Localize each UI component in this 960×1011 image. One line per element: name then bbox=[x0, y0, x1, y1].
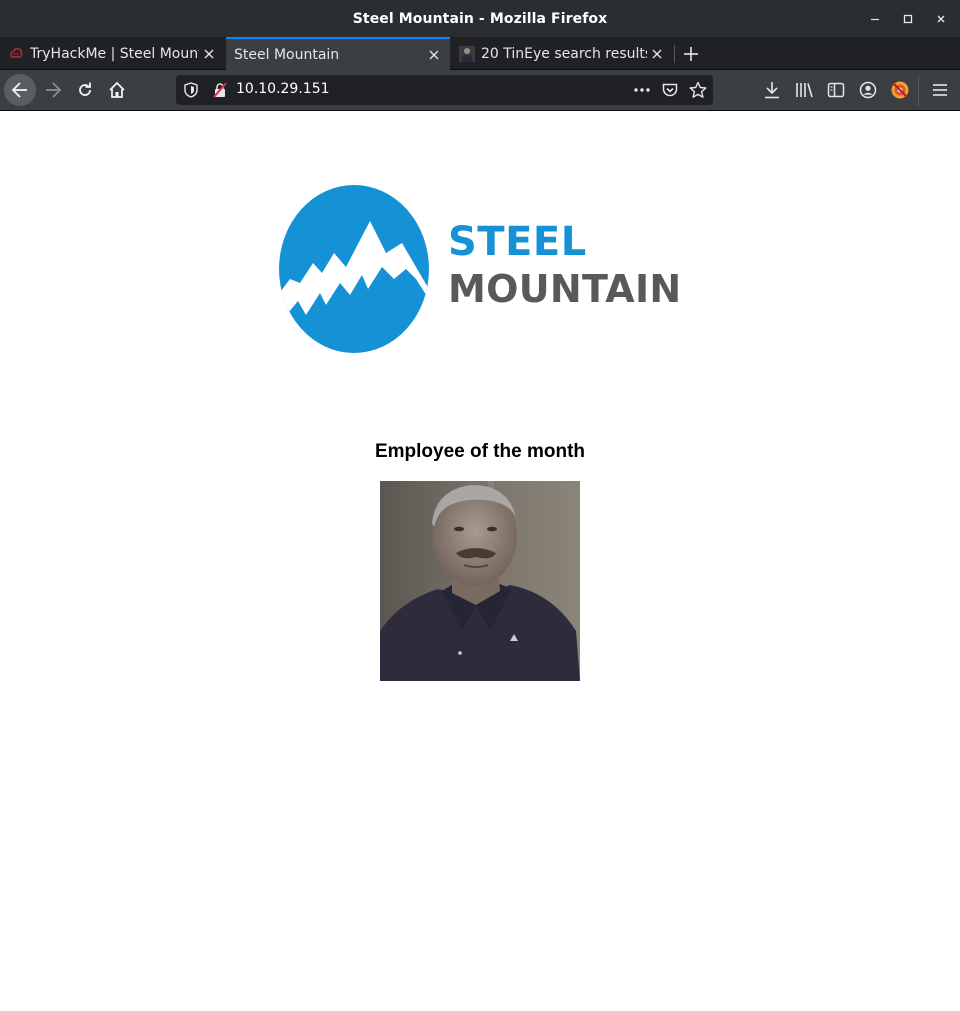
window-titlebar: Steel Mountain - Mozilla Firefox bbox=[0, 0, 960, 37]
new-tab-button[interactable] bbox=[676, 37, 706, 70]
pocket-icon[interactable] bbox=[658, 75, 682, 105]
account-button[interactable] bbox=[852, 74, 884, 106]
window-title: Steel Mountain - Mozilla Firefox bbox=[352, 10, 608, 27]
back-button[interactable] bbox=[4, 74, 36, 106]
menu-button[interactable] bbox=[924, 74, 956, 106]
home-icon bbox=[109, 81, 125, 98]
forward-button[interactable] bbox=[37, 74, 69, 106]
tab-close-button[interactable] bbox=[199, 44, 219, 64]
close-icon bbox=[429, 50, 439, 59]
back-icon bbox=[11, 82, 27, 98]
forward-icon bbox=[46, 82, 62, 98]
mountain-logo-icon bbox=[279, 185, 429, 353]
tab-tryhackme[interactable]: TryHackMe | Steel Mountain bbox=[0, 37, 225, 70]
reload-button[interactable] bbox=[69, 74, 101, 106]
library-button[interactable] bbox=[788, 74, 820, 106]
page-actions-icon[interactable] bbox=[630, 75, 654, 105]
logo-text-steel: STEEL bbox=[448, 219, 587, 265]
tracking-shield-icon[interactable] bbox=[179, 75, 203, 105]
tab-close-button[interactable] bbox=[424, 45, 444, 65]
tab-tineye[interactable]: 20 TinEye search results bbox=[451, 37, 673, 70]
tab-close-button[interactable] bbox=[647, 44, 667, 64]
downloads-button[interactable] bbox=[756, 74, 788, 106]
url-text: 10.10.29.151 bbox=[236, 81, 330, 97]
tab-label: TryHackMe | Steel Mountain bbox=[30, 45, 199, 62]
menu-icon bbox=[933, 84, 947, 96]
plus-icon bbox=[684, 46, 698, 61]
minimize-window-button[interactable] bbox=[859, 0, 891, 37]
toolbar-separator bbox=[918, 76, 919, 106]
close-window-button[interactable] bbox=[925, 0, 957, 37]
tab-label: 20 TinEye search results bbox=[481, 45, 647, 62]
account-icon bbox=[859, 81, 877, 99]
navigation-toolbar: 10.10.29.151 bbox=[0, 70, 960, 111]
logo-text-mountain: MOUNTAIN bbox=[448, 267, 682, 311]
tryhackme-favicon-icon bbox=[10, 47, 23, 58]
sidebar-button[interactable] bbox=[820, 74, 852, 106]
reload-icon bbox=[79, 82, 91, 96]
tineye-thumbnail-icon bbox=[459, 45, 475, 62]
tab-steel-mountain[interactable]: Steel Mountain bbox=[226, 37, 450, 70]
employee-of-month-heading: Employee of the month bbox=[374, 441, 586, 462]
close-icon bbox=[652, 49, 662, 58]
employee-photo bbox=[380, 481, 580, 681]
downloads-icon bbox=[765, 82, 779, 99]
tab-label: Steel Mountain bbox=[234, 46, 340, 63]
sidebar-icon bbox=[827, 82, 845, 98]
library-icon bbox=[796, 83, 813, 98]
bookmark-star-icon[interactable] bbox=[686, 75, 710, 105]
page-content: STEEL MOUNTAIN Employee of the month bbox=[0, 111, 960, 1011]
close-icon bbox=[937, 15, 945, 22]
maximize-window-button[interactable] bbox=[892, 0, 924, 37]
insecure-connection-icon[interactable] bbox=[208, 75, 232, 105]
extension-button[interactable] bbox=[884, 74, 916, 106]
extension-icon bbox=[891, 81, 909, 99]
home-button[interactable] bbox=[101, 74, 133, 106]
url-bar[interactable]: 10.10.29.151 bbox=[176, 75, 713, 105]
maximize-icon bbox=[903, 14, 913, 23]
minimize-icon bbox=[871, 18, 879, 20]
tab-strip: TryHackMe | Steel Mountain Steel Mountai… bbox=[0, 37, 960, 70]
tab-separator bbox=[674, 45, 675, 63]
steel-mountain-logo: STEEL MOUNTAIN bbox=[278, 183, 681, 355]
close-icon bbox=[204, 49, 214, 58]
employee-portrait-image bbox=[380, 481, 580, 681]
